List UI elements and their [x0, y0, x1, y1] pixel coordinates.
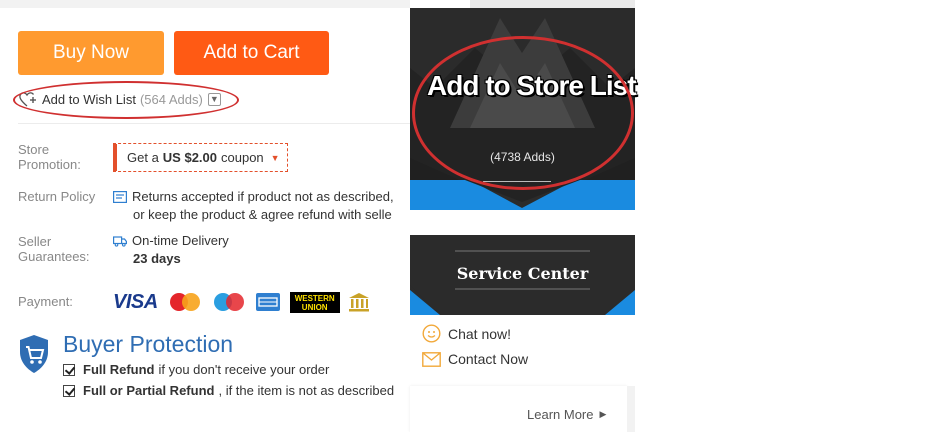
seller-guarantees-text: On-time Delivery 23 days — [113, 232, 229, 268]
learn-more-label: Learn More — [527, 407, 594, 422]
caret-down-icon: ▼ — [270, 152, 280, 163]
buyer-protection-item: Full Refund if you don't receive your or… — [63, 362, 329, 377]
payment-methods: VISA WESTERN UNION — [113, 291, 370, 313]
product-page: Buy Now Add to Cart Add to Wish List (56… — [0, 0, 926, 432]
seller-guarantees-label: Seller Guarantees: — [18, 234, 90, 264]
delivery-days: 23 days — [133, 251, 181, 266]
annotation-circle-store-list — [412, 36, 634, 190]
annotation-circle-wishlist — [13, 81, 239, 119]
western-union-text-1: WESTERN — [294, 293, 335, 303]
chat-now-label: Chat now! — [448, 325, 512, 342]
return-policy-label: Return Policy — [18, 189, 96, 204]
contact-now-label: Contact Now — [448, 351, 529, 367]
western-union-logo: WESTERN UNION — [289, 291, 340, 313]
top-strip — [0, 0, 410, 8]
buyer-protection-shield-icon — [20, 335, 48, 373]
coupon-prefix: Get a — [127, 150, 159, 165]
return-policy-text: Returns accepted if product not as descr… — [113, 188, 394, 224]
return-policy-icon — [113, 191, 127, 203]
checkmark-icon — [63, 363, 75, 376]
add-to-cart-button[interactable]: Add to Cart — [174, 31, 329, 75]
service-center-title[interactable]: Service Center — [410, 264, 635, 283]
western-union-text-2: UNION — [301, 302, 328, 312]
arrow-right-icon: ▶ — [599, 409, 607, 419]
bp-item-text: if you don't receive your order — [158, 362, 330, 377]
side-panel-top-strip — [470, 0, 635, 8]
american-express-logo — [255, 293, 280, 311]
envelope-icon — [422, 351, 441, 367]
learn-more-link[interactable]: Learn More ▶ — [527, 407, 606, 422]
on-time-delivery-text: On-time Delivery — [132, 233, 229, 248]
checkmark-icon — [63, 384, 75, 397]
mastercard-logo — [169, 293, 200, 311]
delivery-truck-icon — [113, 236, 127, 247]
bp-item-bold: Full Refund — [83, 362, 155, 377]
side-panel-gap — [410, 210, 635, 235]
coupon-suffix: coupon — [221, 150, 264, 165]
coupon-selector[interactable]: Get a US $2.00 coupon ▼ — [113, 143, 288, 172]
buyer-protection-title: Buyer Protection — [63, 331, 234, 357]
maestro-logo — [213, 293, 244, 311]
smiley-chat-icon — [422, 324, 441, 343]
divider — [18, 123, 410, 124]
buyer-protection-item: Full or Partial Refund , if the item is … — [63, 383, 394, 398]
return-policy-line-2: or keep the product & agree refund with … — [133, 207, 392, 222]
return-policy-line-1: Returns accepted if product not as descr… — [132, 189, 394, 204]
chat-now-link[interactable]: Chat now! — [422, 324, 511, 343]
bank-transfer-icon — [348, 293, 369, 312]
bp-item-text: , if the item is not as described — [218, 383, 395, 398]
buy-now-button[interactable]: Buy Now — [18, 31, 164, 75]
side-panel-edge — [627, 386, 635, 432]
store-promotion-label: Store Promotion: — [18, 142, 81, 172]
payment-label: Payment: — [18, 294, 73, 309]
visa-logo: VISA — [113, 290, 158, 313]
contact-now-link[interactable]: Contact Now — [422, 351, 528, 367]
coupon-amount: US $2.00 — [162, 150, 217, 165]
bp-item-bold: Full or Partial Refund — [83, 383, 215, 398]
